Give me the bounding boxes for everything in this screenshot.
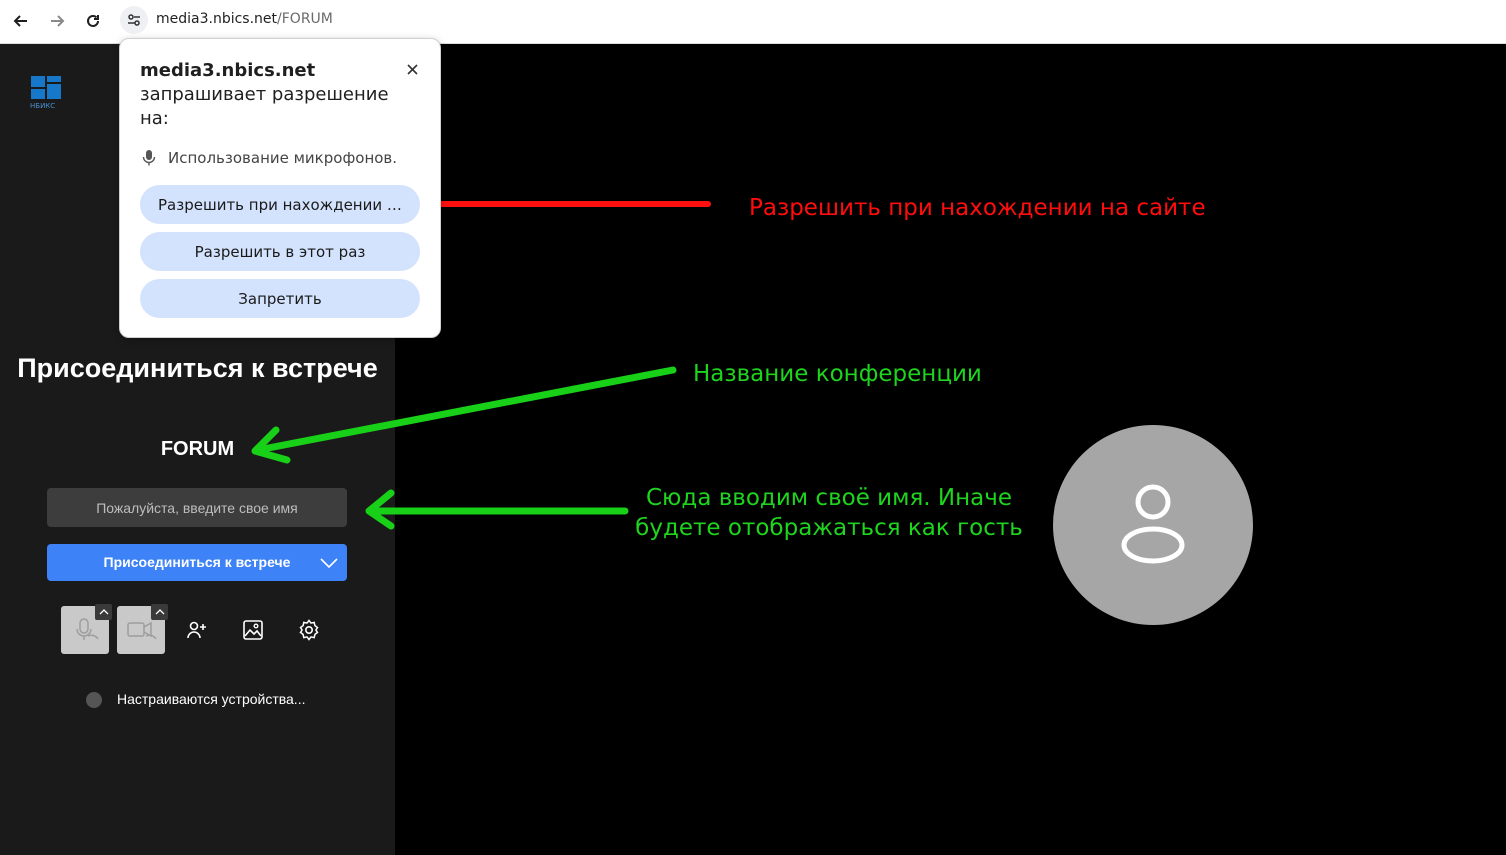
- permission-dialog: media3.nbics.net запрашивает разрешение …: [119, 38, 441, 338]
- status-indicator: [86, 692, 102, 708]
- url-text: media3.nbics.net/FORUM: [156, 11, 333, 27]
- reload-icon: [87, 14, 99, 27]
- permission-dialog-title: media3.nbics.net запрашивает разрешение …: [140, 59, 400, 131]
- avatar: [1053, 425, 1253, 625]
- annotation-room-name: Название конференции: [693, 361, 982, 387]
- tune-icon: [128, 14, 140, 26]
- annotation-name-input: Сюда вводим своё имя. Иначе будете отобр…: [614, 483, 1044, 543]
- permission-item-microphone: Использование микрофонов.: [142, 149, 397, 167]
- reload-button[interactable]: [80, 8, 106, 34]
- user-icon: [1121, 484, 1185, 564]
- annotation-name-line1: Сюда вводим своё имя. Иначе: [646, 485, 1012, 511]
- address-bar[interactable]: media3.nbics.net/FORUM: [118, 4, 1504, 36]
- room-name: FORUM: [160, 438, 235, 460]
- gear-icon: [299, 619, 319, 641]
- red-arrow: [403, 189, 711, 218]
- allow-this-time-button[interactable]: Разрешить в этот раз: [140, 232, 420, 271]
- block-label: Запретить: [238, 289, 322, 308]
- logo-text: НБИКС: [30, 102, 55, 110]
- microphone-options-toggle[interactable]: [95, 604, 112, 620]
- close-icon: [406, 63, 418, 75]
- join-options-toggle[interactable]: [311, 544, 347, 581]
- image-icon: [243, 620, 263, 640]
- permission-text: Использование микрофонов.: [168, 149, 398, 167]
- microphone-muted-icon: [76, 618, 99, 640]
- background-button[interactable]: [229, 606, 277, 654]
- permission-request-text: запрашивает разрешение на:: [140, 84, 389, 129]
- arrow-left-icon: [13, 15, 27, 27]
- allow-while-visiting-label: Разрешить при нахождении на сайте: [158, 195, 402, 214]
- join-meeting-label: Присоединиться к встрече: [103, 554, 291, 570]
- url-host: media3.nbics.net: [156, 11, 278, 27]
- invite-button[interactable]: [173, 606, 221, 654]
- camera-off-icon: [127, 621, 157, 640]
- close-button[interactable]: [402, 59, 422, 79]
- site-info-button[interactable]: [120, 6, 148, 34]
- back-button[interactable]: [8, 8, 34, 34]
- forward-button[interactable]: [44, 8, 70, 34]
- join-meeting-button[interactable]: Присоединиться к встрече: [47, 544, 347, 581]
- allow-while-visiting-button[interactable]: Разрешить при нахождении на сайте: [140, 185, 420, 224]
- green-arrow-name: [365, 489, 629, 530]
- display-name-input[interactable]: [47, 488, 347, 527]
- settings-button[interactable]: [285, 606, 333, 654]
- page-title: Присоединиться к встрече: [17, 353, 378, 383]
- add-person-icon: [187, 621, 206, 639]
- microphone-icon: [142, 150, 156, 166]
- annotation-name-line2: будете отображаться как гость: [635, 515, 1023, 541]
- nbics-logo-icon: НБИКС: [30, 76, 61, 110]
- nbics-logo: НБИКС: [30, 76, 62, 110]
- permission-site: media3.nbics.net: [140, 60, 316, 81]
- url-path: /FORUM: [277, 11, 333, 27]
- block-button[interactable]: Запретить: [140, 279, 420, 318]
- arrow-right-icon: [51, 15, 65, 27]
- device-status-text: Настраиваются устройства...: [117, 691, 306, 707]
- chevron-up-icon: [155, 609, 164, 615]
- chevron-up-icon: [99, 609, 108, 615]
- allow-this-time-label: Разрешить в этот раз: [194, 242, 366, 261]
- chevron-down-icon: [320, 557, 338, 568]
- camera-options-toggle[interactable]: [151, 604, 168, 620]
- annotation-allow: Разрешить при нахождении на сайте: [749, 195, 1206, 221]
